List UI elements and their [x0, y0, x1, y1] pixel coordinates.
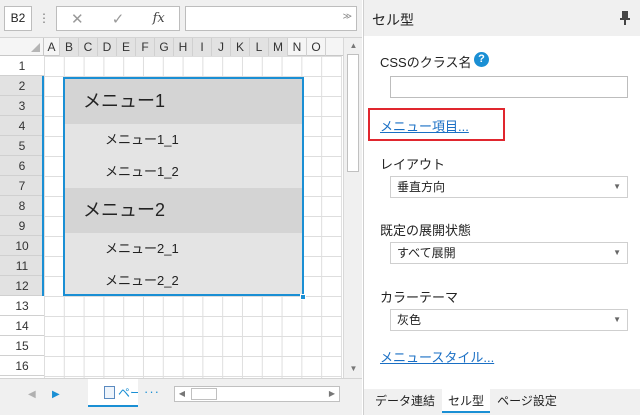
row-header-10[interactable]: 10 [0, 236, 44, 256]
row-header-2[interactable]: 2 [0, 76, 44, 96]
chevron-down-icon: ▼ [613, 248, 621, 257]
color-theme-value: 灰色 [397, 313, 422, 327]
column-header-n[interactable]: N [288, 38, 307, 56]
more-tabs-icon[interactable]: ··· [144, 384, 160, 399]
column-header-a[interactable]: A [44, 38, 60, 56]
horizontal-scrollbar[interactable]: ◀ ▶ [174, 386, 340, 402]
pin-icon[interactable] [620, 10, 630, 26]
cell-name-box[interactable]: B2 [4, 6, 32, 31]
menu-item-2-1[interactable]: メニュー2_1 [65, 233, 302, 265]
menu-cell[interactable]: メニュー1 メニュー1_1 メニュー1_2 メニュー2 メニュー2_1 メニュー… [63, 77, 304, 296]
panel-title: セル型 [372, 12, 414, 28]
row-header-1[interactable]: 1 [0, 56, 44, 76]
menu-item-1-1[interactable]: メニュー1_1 [65, 124, 302, 156]
default-expand-select[interactable]: すべて展開 ▼ [390, 242, 628, 264]
column-header-d[interactable]: D [98, 38, 117, 56]
color-theme-select[interactable]: 灰色 ▼ [390, 309, 628, 331]
formula-bar: B2 ⋮ ✕ ✓ fx ≫ [0, 0, 362, 38]
scroll-down-icon[interactable]: ▼ [346, 362, 361, 376]
default-expand-label: 既定の展開状態 [380, 223, 472, 238]
menu-item-2-2[interactable]: メニュー2_2 [65, 265, 302, 294]
column-header-o[interactable]: O [307, 38, 326, 56]
column-header-g[interactable]: G [155, 38, 174, 56]
row-selection-indicator [42, 76, 44, 296]
chevron-down-icon: ▼ [613, 315, 621, 324]
cancel-icon[interactable]: ✕ [65, 10, 89, 28]
column-headers: ABCDEFGHIJKLMNO [44, 38, 344, 56]
function-icon[interactable]: fx [147, 11, 171, 26]
scroll-right-icon[interactable]: ▶ [325, 387, 339, 401]
tab-data-binding[interactable]: データ連結 [370, 389, 440, 413]
help-icon[interactable]: ? [474, 52, 489, 67]
properties-panel: セル型 CSSのクラス名 ? メニュー項目... レイアウト 垂直方向 ▼ 既定… [363, 0, 640, 415]
expand-formula-icon[interactable]: ≫ [343, 11, 352, 22]
column-header-e[interactable]: E [117, 38, 136, 56]
row-header-4[interactable]: 4 [0, 116, 44, 136]
row-header-11[interactable]: 11 [0, 256, 44, 276]
menu-group-2[interactable]: メニュー2 [65, 188, 302, 233]
row-header-9[interactable]: 9 [0, 216, 44, 236]
color-theme-label: カラーテーマ [380, 290, 459, 305]
column-header-f[interactable]: F [136, 38, 155, 56]
row-header-5[interactable]: 5 [0, 136, 44, 156]
previous-tab-icon[interactable]: ◀ [28, 389, 36, 400]
row-header-14[interactable]: 14 [0, 316, 44, 336]
menu-style-link[interactable]: メニュースタイル... [380, 347, 494, 366]
spreadsheet[interactable]: ABCDEFGHIJKLMNO 1 2 3 4 5 6 7 8 9 10 11 12 13 14 15 16 … [0, 38, 362, 378]
column-header-k[interactable]: K [231, 38, 250, 56]
select-all-corner[interactable] [0, 38, 44, 56]
tab-cell-type[interactable]: セル型 [442, 389, 490, 413]
row-header-15[interactable]: 15 [0, 336, 44, 356]
sheet-tab[interactable]: ページ [88, 379, 138, 407]
scroll-left-icon[interactable]: ◀ [175, 387, 189, 401]
layout-label: レイアウト [380, 157, 446, 172]
menu-items-link[interactable]: メニュー項目... [380, 116, 469, 135]
panel-body: CSSのクラス名 ? メニュー項目... レイアウト 垂直方向 ▼ 既定の展開状… [364, 36, 640, 389]
default-expand-value: すべて展開 [397, 246, 456, 260]
row-header-7[interactable]: 7 [0, 176, 44, 196]
horizontal-scroll-thumb[interactable] [191, 388, 217, 400]
column-header-m[interactable]: M [269, 38, 288, 56]
panel-tabs: データ連結 セル型 ページ設定 [364, 389, 640, 415]
page-icon [104, 386, 115, 399]
column-header-j[interactable]: J [212, 38, 231, 56]
row-header-12[interactable]: 12 [0, 276, 44, 296]
formula-bar-menu-icon[interactable]: ⋮ [38, 8, 50, 28]
tab-page-settings[interactable]: ページ設定 [492, 389, 562, 413]
layout-select[interactable]: 垂直方向 ▼ [390, 176, 628, 198]
row-header-3[interactable]: 3 [0, 96, 44, 116]
scroll-up-icon[interactable]: ▲ [346, 39, 361, 53]
select-all-triangle-icon [31, 43, 40, 52]
confirm-icon[interactable]: ✓ [106, 10, 130, 28]
sheet-tab-label: ページ [118, 386, 138, 400]
resize-handle[interactable] [300, 294, 306, 300]
vertical-scrollbar[interactable]: ▲ ▼ [343, 38, 362, 378]
row-header-13[interactable]: 13 [0, 296, 44, 316]
menu-item-1-2[interactable]: メニュー1_2 [65, 156, 302, 188]
layout-value: 垂直方向 [397, 180, 446, 194]
column-header-h[interactable]: H [174, 38, 193, 56]
column-header-i[interactable]: I [193, 38, 212, 56]
vertical-scroll-thumb[interactable] [347, 54, 359, 172]
formula-buttons: ✕ ✓ fx [56, 6, 180, 31]
next-tab-icon[interactable]: ▶ [52, 389, 60, 400]
row-header-16[interactable]: 16 [0, 356, 44, 376]
column-header-b[interactable]: B [60, 38, 79, 56]
column-header-l[interactable]: L [250, 38, 269, 56]
row-header-8[interactable]: 8 [0, 196, 44, 216]
css-class-label: CSSのクラス名 [380, 55, 472, 70]
css-class-input[interactable] [390, 76, 628, 98]
chevron-down-icon: ▼ [613, 182, 621, 191]
menu-group-1[interactable]: メニュー1 [65, 79, 302, 124]
formula-input[interactable]: ≫ [185, 6, 357, 31]
row-header-6[interactable]: 6 [0, 156, 44, 176]
column-header-c[interactable]: C [79, 38, 98, 56]
sheet-tab-bar: ◀ ▶ ページ ··· ◀ ▶ [0, 378, 362, 415]
